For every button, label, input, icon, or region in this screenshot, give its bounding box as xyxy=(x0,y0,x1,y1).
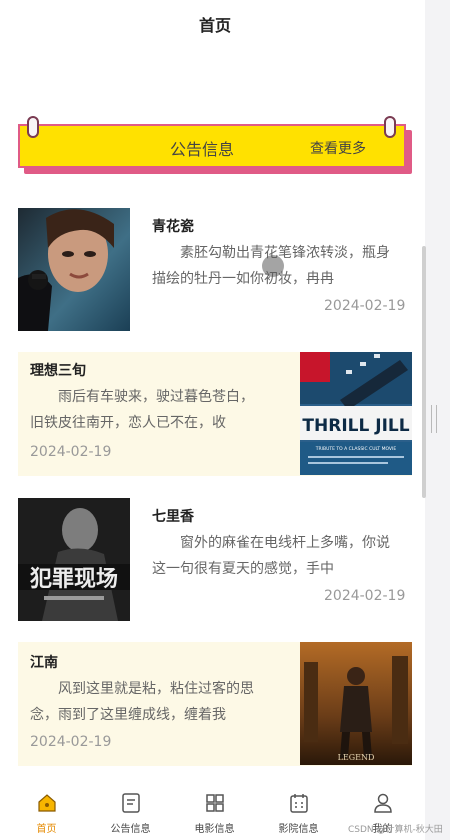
notice-icon xyxy=(121,793,140,813)
tab-label: 影院信息 xyxy=(278,824,319,835)
song-date: 2024-02-19 xyxy=(30,734,112,750)
list-item[interactable]: 青花瓷 素胚勾勒出青花笔锋浓转淡，瓶身描绘的牡丹一如你初妆，冉冉 2024-02… xyxy=(18,208,412,332)
song-title: 青花瓷 xyxy=(152,219,194,235)
watermark: CSDN @计算机-秋大田 xyxy=(348,825,443,835)
song-date: 2024-02-19 xyxy=(324,588,406,604)
pin-icon xyxy=(27,116,39,138)
poster-subtitle-text: TRIBUTE TO A CLASSIC CULT MOVIE xyxy=(315,446,397,452)
scrollbar-thumb[interactable] xyxy=(422,246,426,498)
page-title: 首页 xyxy=(198,16,231,35)
home-icon xyxy=(37,794,56,812)
song-title: 江南 xyxy=(30,655,58,671)
pin-icon xyxy=(384,116,396,138)
movie-poster-legend: LEGEND xyxy=(300,642,412,765)
list-item[interactable]: 犯罪现场 七里香 窗外的麻雀在电线杆上多嘴，你说这一句很有夏天的感觉，手中 20… xyxy=(18,498,412,622)
list-item[interactable]: 理想三旬 雨后有车驶来，驶过暮色苍白，旧铁皮往南开，恋人已不在，收 2024-0… xyxy=(18,352,412,476)
notice-more-link[interactable]: 查看更多 xyxy=(310,138,366,158)
poster-title-text: LEGEND xyxy=(338,753,375,762)
song-description: 窗外的麻雀在电线杆上多嘴，你说这一句很有夏天的感觉，手中 xyxy=(152,535,390,577)
notice-banner[interactable]: 公告信息 查看更多 xyxy=(18,116,412,176)
poster-title-text: 犯罪现场 xyxy=(29,566,118,592)
tab-notice[interactable]: 公告信息 xyxy=(88,792,173,835)
song-title: 七里香 xyxy=(152,509,194,525)
tab-movies[interactable]: 电影信息 xyxy=(172,792,257,835)
phone-screen: 首页 公告信息 查看更多 青花瓷 素胚勾勒出青花笔锋浓转淡，瓶身描绘的牡丹一如你… xyxy=(0,0,425,840)
window-gutter xyxy=(425,0,450,840)
notice-banner-body: 公告信息 查看更多 xyxy=(18,124,406,168)
song-title: 理想三旬 xyxy=(30,363,86,379)
notice-title: 公告信息 xyxy=(170,140,235,159)
tab-label: 电影信息 xyxy=(194,824,235,835)
tab-cinemas[interactable]: 影院信息 xyxy=(256,792,341,835)
user-icon xyxy=(373,793,392,813)
grid-icon xyxy=(205,794,224,812)
movie-poster-crime-scene: 犯罪现场 xyxy=(18,498,130,621)
calendar-icon xyxy=(289,794,308,813)
touch-indicator xyxy=(262,255,284,277)
resize-handle-icon[interactable] xyxy=(431,405,437,433)
song-description: 风到这里就是粘，粘住过客的思念，雨到了这里缠成线，缠着我 xyxy=(30,681,254,723)
poster-title-text: THRILL JILL xyxy=(302,416,409,436)
tab-label: 首页 xyxy=(36,824,57,835)
list-item[interactable]: 江南 风到这里就是粘，粘住过客的思念，雨到了这里缠成线，缠着我 2024-02-… xyxy=(18,642,412,766)
song-date: 2024-02-19 xyxy=(30,444,112,460)
song-description: 雨后有车驶来，驶过暮色苍白，旧铁皮往南开，恋人已不在，收 xyxy=(30,389,254,431)
song-date: 2024-02-19 xyxy=(324,298,406,314)
movie-poster-leon xyxy=(18,208,130,331)
tab-label: 公告信息 xyxy=(110,824,151,835)
tab-home[interactable]: 首页 xyxy=(4,792,89,835)
movie-poster-thrill-jill: THRILL JILL TRIBUTE TO A CLASSIC CULT MO… xyxy=(300,352,412,475)
